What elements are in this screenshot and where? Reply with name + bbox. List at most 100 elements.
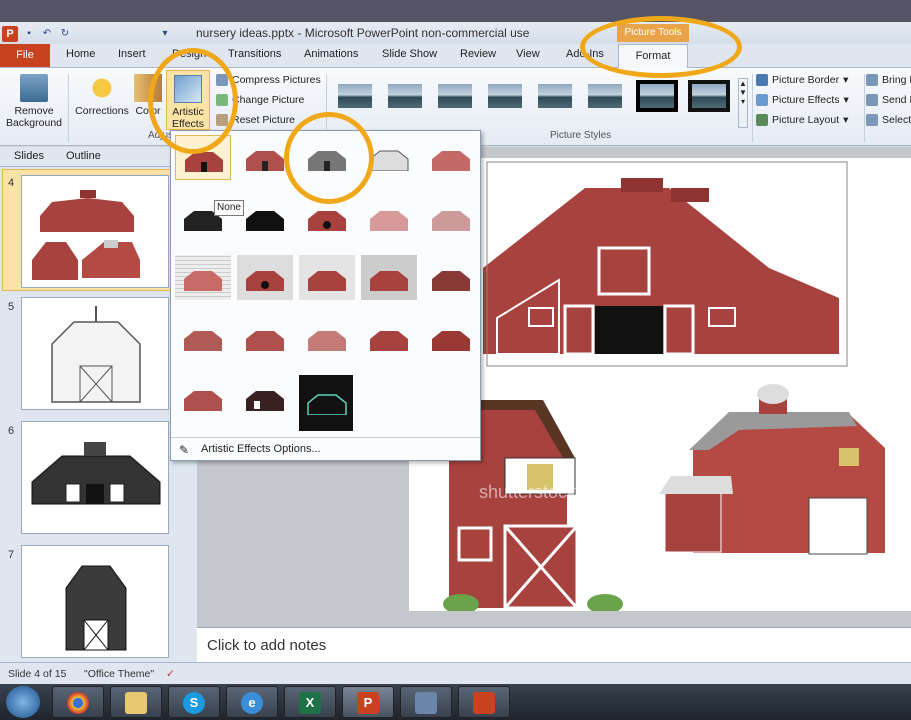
effect-watercolor-sponge[interactable] — [237, 255, 293, 300]
picture-style-3[interactable] — [434, 80, 476, 112]
effect-texturizer[interactable] — [237, 315, 293, 360]
effect-paint-strokes[interactable] — [237, 195, 293, 240]
effect-light-screen[interactable] — [175, 255, 231, 300]
effect-glow-edges[interactable] — [299, 375, 353, 431]
color-icon — [134, 74, 162, 102]
excel-taskbar-button[interactable]: X — [284, 686, 336, 718]
effect-pastels-smooth[interactable] — [361, 315, 417, 360]
compress-pictures-icon — [216, 74, 228, 86]
tab-file[interactable]: File — [0, 44, 50, 67]
effect-cement[interactable] — [175, 315, 231, 360]
effect-pencil-grayscale[interactable] — [299, 135, 355, 180]
slide-thumbnail-7[interactable] — [21, 545, 169, 658]
large-barn-image[interactable] — [483, 178, 839, 356]
tab-view[interactable]: View — [516, 48, 540, 60]
compress-pictures-button[interactable]: Compress Pictures — [216, 74, 321, 86]
tab-transitions[interactable]: Transitions — [228, 48, 281, 60]
effect-none[interactable] — [175, 135, 231, 180]
explorer-taskbar-button[interactable] — [110, 686, 162, 718]
folder-icon — [125, 692, 147, 714]
send-backward-button[interactable]: Send B — [866, 94, 911, 106]
slide-thumbnail-4[interactable] — [21, 175, 169, 288]
remove-background-label: Remove Background — [5, 105, 63, 129]
chrome-taskbar-button[interactable] — [52, 686, 104, 718]
barn-preview — [308, 271, 346, 291]
picture-layout-button[interactable]: Picture Layout ▾ — [756, 114, 848, 126]
tab-format[interactable]: Format — [618, 44, 688, 69]
corrections-label: Corrections — [75, 105, 129, 117]
quick-access-toolbar: P ▪ ↶ ↻ ▾ — [0, 24, 172, 44]
picture-layout-icon — [756, 114, 768, 126]
effect-crisscross-etching[interactable] — [299, 315, 355, 360]
artistic-effects-button[interactable]: Artistic Effects — [166, 70, 210, 130]
slide-number: 7 — [8, 549, 15, 561]
gallery-scroll-icon[interactable]: ▲ ▼ ▾ — [738, 78, 748, 128]
picture-effects-button[interactable]: Picture Effects ▾ — [756, 94, 849, 106]
tab-add-ins[interactable]: Add-Ins — [566, 48, 604, 60]
picture-style-7[interactable] — [636, 80, 678, 112]
bw-barn-thumbnail — [31, 442, 161, 505]
remove-background-button[interactable]: Remove Background — [4, 74, 64, 129]
skype-taskbar-button[interactable]: S — [168, 686, 220, 718]
tab-review[interactable]: Review — [460, 48, 496, 60]
effect-cutout[interactable] — [175, 375, 231, 420]
ribbon-tabs: File Home Insert Design Transitions Anim… — [0, 44, 911, 69]
effect-mosaic-bubbles[interactable] — [361, 255, 417, 300]
notes-pane[interactable]: Click to add notes — [197, 627, 911, 662]
selection-pane-button[interactable]: Selectio — [866, 114, 911, 126]
tab-insert[interactable]: Insert — [118, 48, 146, 60]
tab-slides[interactable]: Slides — [14, 150, 44, 162]
effect-paint-brush[interactable] — [299, 195, 355, 240]
effect-glow-diffused[interactable] — [361, 195, 417, 240]
slide-canvas[interactable]: shutterstock — [409, 158, 911, 614]
picture-style-1[interactable] — [334, 80, 376, 112]
window-taskbar-button[interactable] — [400, 686, 452, 718]
remove-background-icon — [20, 74, 48, 102]
notes-placeholder[interactable]: Click to add notes — [207, 637, 326, 654]
effect-photocopy[interactable] — [237, 375, 293, 420]
picture-style-8[interactable] — [688, 80, 730, 112]
picture-style-4[interactable] — [484, 80, 526, 112]
theme-status[interactable]: "Office Theme" — [84, 668, 154, 680]
picture-style-2[interactable] — [384, 80, 426, 112]
slide-thumbnail-6[interactable] — [21, 421, 169, 534]
slide-thumbnail-5[interactable] — [21, 297, 169, 410]
effect-film-grain[interactable] — [299, 255, 355, 300]
effect-plastic-wrap[interactable] — [423, 315, 479, 360]
tab-design[interactable]: Design — [172, 48, 206, 60]
effect-blur[interactable] — [423, 195, 479, 240]
corrections-button[interactable]: Corrections — [72, 74, 132, 117]
powerpoint-taskbar-button[interactable]: P — [342, 686, 394, 718]
artistic-effects-gallery: ✎ Artistic Effects Options... — [170, 130, 481, 461]
effect-marker[interactable] — [237, 135, 293, 180]
ie-taskbar-button[interactable]: e — [226, 686, 278, 718]
bring-forward-label: Bring F — [882, 74, 911, 86]
customize-qat-icon[interactable]: ▾ — [158, 27, 172, 41]
side-barn-image[interactable] — [659, 384, 885, 555]
tab-outline[interactable]: Outline — [66, 150, 101, 162]
status-bar: Slide 4 of 15 "Office Theme" ✓ — [0, 662, 911, 684]
effect-pencil-sketch[interactable] — [361, 135, 417, 180]
paint-taskbar-button[interactable] — [458, 686, 510, 718]
picture-border-button[interactable]: Picture Border ▾ — [756, 74, 848, 86]
spell-check-icon[interactable]: ✓ — [166, 668, 175, 680]
start-button-icon[interactable] — [6, 686, 40, 718]
save-icon[interactable]: ▪ — [22, 27, 36, 41]
powerpoint-logo-icon[interactable]: P — [2, 26, 18, 42]
artistic-effects-options-item[interactable]: ✎ Artistic Effects Options... — [171, 437, 480, 461]
slides-pane: 4 5 6 7 — [0, 167, 197, 662]
tab-slide-show[interactable]: Slide Show — [382, 48, 437, 60]
separator — [864, 74, 865, 142]
redo-icon[interactable]: ↻ — [58, 27, 72, 41]
reset-picture-button[interactable]: Reset Picture — [216, 114, 295, 126]
color-button[interactable]: Color — [132, 74, 164, 117]
bring-forward-button[interactable]: Bring F — [866, 74, 911, 86]
tab-animations[interactable]: Animations — [304, 48, 358, 60]
change-picture-button[interactable]: Change Picture — [216, 94, 304, 106]
effect-glass[interactable] — [423, 255, 479, 300]
picture-style-6[interactable] — [584, 80, 626, 112]
undo-icon[interactable]: ↶ — [40, 27, 54, 41]
tab-home[interactable]: Home — [66, 48, 95, 60]
picture-style-5[interactable] — [534, 80, 576, 112]
effect-line-drawing[interactable] — [423, 135, 479, 180]
